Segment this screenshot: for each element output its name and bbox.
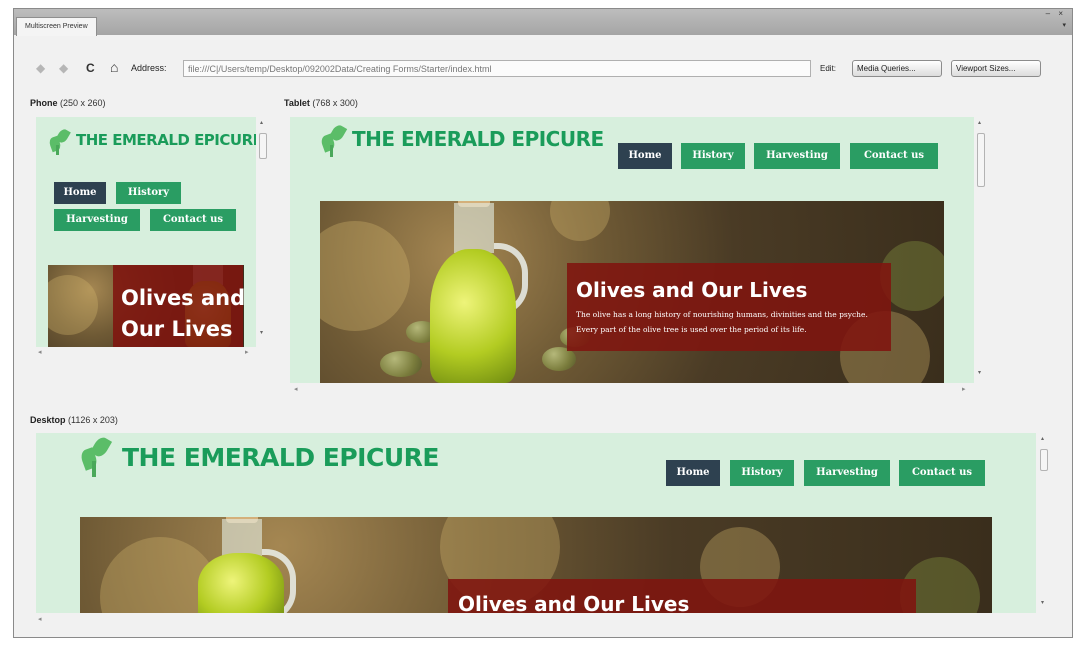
back-icon[interactable]: ◆ bbox=[36, 61, 45, 75]
scroll-up-icon[interactable]: ▴ bbox=[260, 119, 263, 126]
nav-history-button[interactable]: History bbox=[681, 143, 745, 169]
scrollbar-thumb[interactable] bbox=[259, 133, 267, 159]
phone-viewport[interactable]: THE EMERALD EPICURE Home History Harvest… bbox=[36, 117, 256, 347]
tablet-scroll-left-icon[interactable]: ◂ bbox=[294, 385, 298, 393]
hero-title-line1: Olives and bbox=[121, 286, 244, 310]
nav-harvesting-button[interactable]: Harvesting bbox=[54, 209, 140, 231]
hero-title-line2: Our Lives bbox=[121, 317, 233, 341]
desktop-size: (1126 x 203) bbox=[68, 415, 118, 425]
tablet-viewport[interactable]: THE EMERALD EPICURE Home History Harvest… bbox=[290, 117, 974, 383]
hero-title: Olives and Our Lives bbox=[576, 278, 808, 302]
leaf-logo-icon bbox=[319, 123, 348, 159]
forward-icon[interactable]: ◆ bbox=[59, 61, 68, 75]
nav-contact-button[interactable]: Contact us bbox=[850, 143, 938, 169]
scrollbar-thumb[interactable] bbox=[1040, 449, 1048, 471]
scroll-down-icon[interactable]: ▾ bbox=[1041, 599, 1044, 606]
tablet-viewport-label: Tablet (768 x 300) bbox=[284, 98, 358, 108]
nav-home-button[interactable]: Home bbox=[618, 143, 672, 169]
tablet-name: Tablet bbox=[284, 98, 310, 108]
address-toolbar: ◆ ◆ C ⌂ Address: file:///C|/Users/temp/D… bbox=[14, 57, 1072, 81]
window-controls[interactable]: – × bbox=[1046, 9, 1066, 18]
hero-image: Olives and Our Lives bbox=[48, 265, 244, 347]
phone-size: (250 x 260) bbox=[60, 98, 106, 108]
phone-viewport-label: Phone (250 x 260) bbox=[30, 98, 106, 108]
tablet-size: (768 x 300) bbox=[312, 98, 358, 108]
hero-text: The olive has a long history of nourishi… bbox=[576, 310, 868, 334]
brand-title[interactable]: THE EMERALD EPICURE bbox=[352, 127, 604, 151]
nav-harvesting-button[interactable]: Harvesting bbox=[754, 143, 840, 169]
olive-oil-bottle-icon bbox=[190, 517, 300, 613]
desktop-scroll-left-icon[interactable]: ◂ bbox=[38, 615, 42, 623]
brand-title[interactable]: THE EMERALD EPICURE bbox=[76, 131, 256, 149]
multiscreen-preview-window: Multiscreen Preview – × ▾ ◆ ◆ C ⌂ Addres… bbox=[13, 8, 1073, 638]
tablet-vertical-scrollbar[interactable]: ▴ ▾ bbox=[977, 119, 985, 381]
title-bar: Multiscreen Preview – × ▾ bbox=[14, 9, 1072, 36]
tablet-scroll-right-icon[interactable]: ▸ bbox=[962, 385, 966, 393]
hero-overlay: Olives and Our Lives bbox=[448, 579, 916, 613]
scrollbar-thumb[interactable] bbox=[977, 133, 985, 187]
hero-overlay: Olives and Our Lives bbox=[113, 265, 244, 347]
phone-vertical-scrollbar[interactable]: ▴ ▾ bbox=[259, 119, 267, 347]
leaf-logo-icon bbox=[47, 127, 72, 157]
phone-scroll-right-icon[interactable]: ▸ bbox=[245, 348, 249, 356]
olive-oil-bottle-icon bbox=[420, 201, 530, 383]
nav-history-button[interactable]: History bbox=[116, 182, 181, 204]
hero-image: Olives and Our Lives The olive has a lon… bbox=[320, 201, 944, 383]
hero-overlay: Olives and Our Lives The olive has a lon… bbox=[567, 263, 891, 351]
desktop-name: Desktop bbox=[30, 415, 66, 425]
home-icon[interactable]: ⌂ bbox=[110, 59, 118, 75]
desktop-viewport-label: Desktop (1126 x 203) bbox=[30, 415, 118, 425]
scroll-up-icon[interactable]: ▴ bbox=[978, 119, 981, 126]
nav-home-button[interactable]: Home bbox=[666, 460, 720, 486]
address-label: Address: bbox=[131, 63, 167, 73]
address-input[interactable]: file:///C|/Users/temp/Desktop/092002Data… bbox=[183, 60, 811, 77]
viewport-sizes-button[interactable]: Viewport Sizes... bbox=[951, 60, 1041, 77]
reload-icon[interactable]: C bbox=[86, 61, 95, 75]
media-queries-button[interactable]: Media Queries... bbox=[852, 60, 942, 77]
phone-name: Phone bbox=[30, 98, 58, 108]
panel-menu-icon[interactable]: ▾ bbox=[1062, 21, 1066, 29]
brand-title[interactable]: THE EMERALD EPICURE bbox=[122, 443, 439, 472]
tab-multiscreen-preview[interactable]: Multiscreen Preview bbox=[16, 17, 97, 36]
nav-home-button[interactable]: Home bbox=[54, 182, 106, 204]
scroll-down-icon[interactable]: ▾ bbox=[978, 369, 981, 376]
scroll-up-icon[interactable]: ▴ bbox=[1041, 435, 1044, 442]
leaf-logo-icon bbox=[79, 434, 114, 479]
nav-harvesting-button[interactable]: Harvesting bbox=[804, 460, 890, 486]
nav-history-button[interactable]: History bbox=[730, 460, 794, 486]
nav-contact-button[interactable]: Contact us bbox=[150, 209, 236, 231]
edit-label: Edit: bbox=[820, 64, 837, 73]
desktop-vertical-scrollbar[interactable]: ▴ ▾ bbox=[1040, 435, 1048, 613]
scroll-down-icon[interactable]: ▾ bbox=[260, 329, 263, 336]
phone-scroll-left-icon[interactable]: ◂ bbox=[38, 348, 42, 356]
hero-image: Olives and Our Lives bbox=[80, 517, 992, 613]
desktop-viewport[interactable]: THE EMERALD EPICURE Home History Harvest… bbox=[36, 433, 1036, 613]
hero-title: Olives and Our Lives bbox=[458, 592, 690, 613]
nav-contact-button[interactable]: Contact us bbox=[899, 460, 985, 486]
